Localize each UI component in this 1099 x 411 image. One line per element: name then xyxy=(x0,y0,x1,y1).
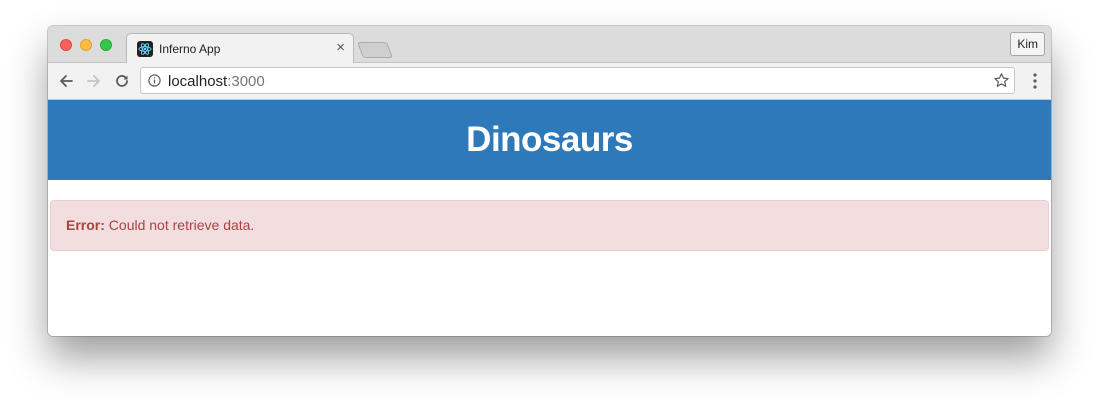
url-port: :3000 xyxy=(227,73,265,90)
page-content: Dinosaurs Error: Could not retrieve data… xyxy=(48,100,1051,336)
title-bar: Inferno App × Kim xyxy=(48,26,1051,64)
error-alert: Error: Could not retrieve data. xyxy=(50,200,1049,251)
window-close-button[interactable] xyxy=(60,39,72,51)
window-maximize-button[interactable] xyxy=(100,39,112,51)
url-host: localhost xyxy=(168,73,228,90)
error-message: Could not retrieve data. xyxy=(104,217,255,233)
reload-icon[interactable] xyxy=(112,71,132,91)
star-icon[interactable] xyxy=(993,72,1010,89)
profile-button[interactable]: Kim xyxy=(1010,32,1045,56)
new-tab-button[interactable] xyxy=(357,42,393,58)
forward-arrow-icon[interactable] xyxy=(84,71,104,91)
browser-toolbar: localhost:3000 xyxy=(48,63,1051,100)
browser-window: Inferno App × Kim localhost:3000 Dinosau… xyxy=(48,26,1051,336)
info-icon[interactable] xyxy=(148,74,161,87)
menu-dots-icon[interactable] xyxy=(1033,73,1037,89)
app-header: Dinosaurs xyxy=(48,100,1051,180)
address-bar[interactable]: localhost:3000 xyxy=(140,67,1015,94)
tab-title: Inferno App xyxy=(159,42,221,56)
error-label: Error: xyxy=(66,217,105,233)
page-title: Dinosaurs xyxy=(466,120,633,159)
url-text: localhost:3000 xyxy=(168,73,265,90)
window-minimize-button[interactable] xyxy=(80,39,92,51)
browser-tab[interactable]: Inferno App × xyxy=(126,33,354,64)
tab-close-icon[interactable]: × xyxy=(336,39,345,56)
atom-icon xyxy=(137,41,153,57)
back-arrow-icon[interactable] xyxy=(56,71,76,91)
